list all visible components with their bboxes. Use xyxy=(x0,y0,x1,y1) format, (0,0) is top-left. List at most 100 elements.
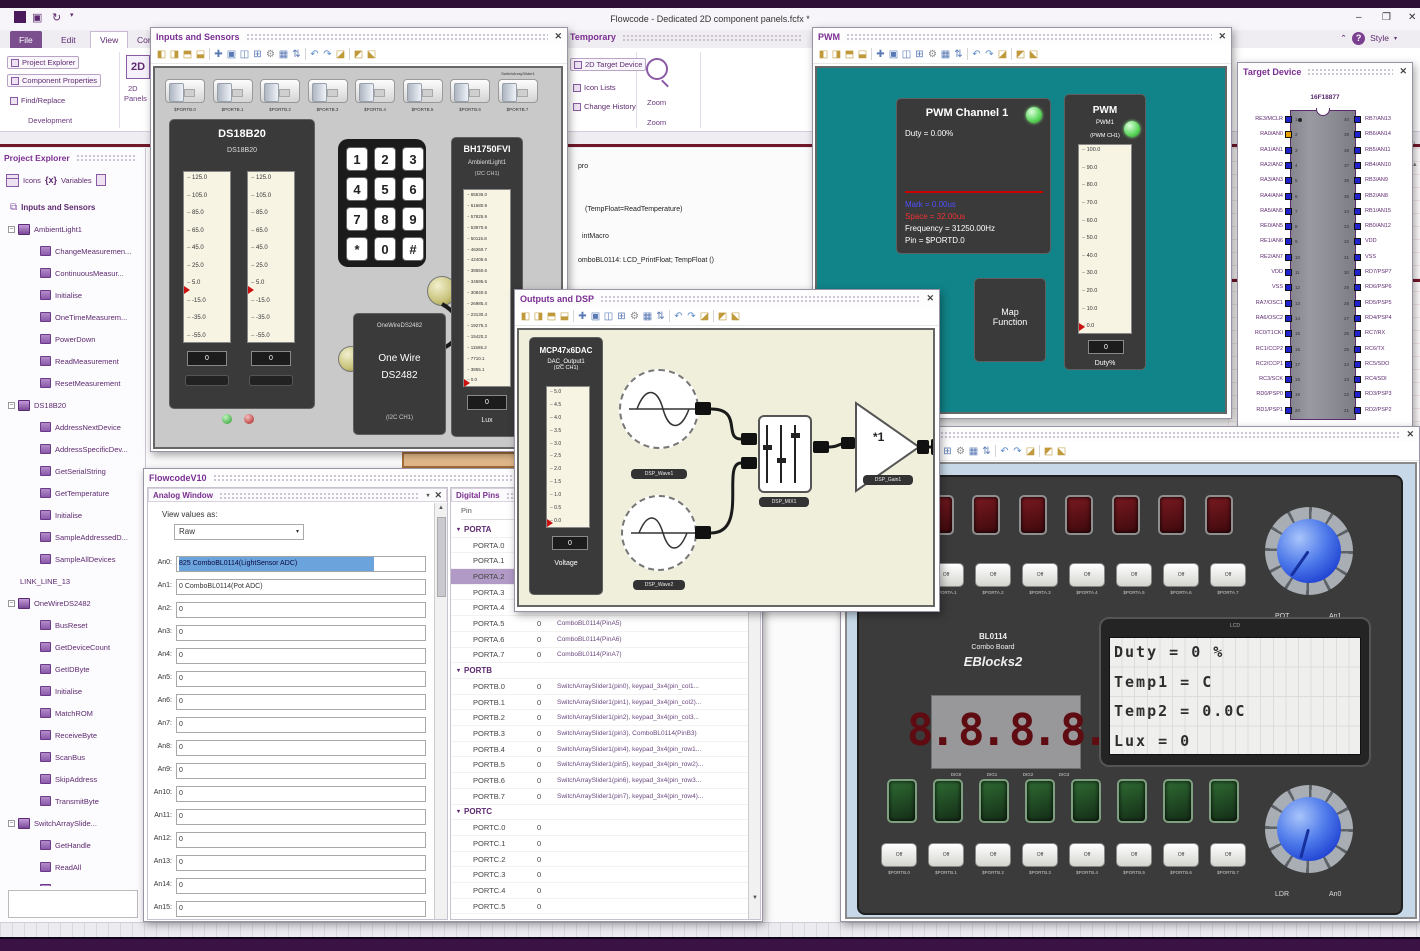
tree-item-skipaddress[interactable]: SkipAddress xyxy=(0,768,146,790)
rotate-left-icon[interactable]: ◩ xyxy=(1042,445,1055,458)
board-switch--porta-5[interactable]: Off xyxy=(1116,563,1152,587)
paste-icon[interactable]: ⬒ xyxy=(843,48,856,61)
pin-label-re1-an6[interactable]: RE1/AN6 xyxy=(1239,238,1283,246)
flip-icon[interactable]: ◪ xyxy=(996,48,1009,61)
scrollbar-thumb[interactable] xyxy=(437,517,446,597)
pin-label-rd3-psp3[interactable]: RD3/PSP3 xyxy=(1365,391,1392,399)
panel-icon[interactable]: ◫ xyxy=(238,48,251,61)
window-titlebar[interactable]: Inputs and Sensors ✕ xyxy=(151,28,567,45)
keypad-key-8[interactable]: 8 xyxy=(374,207,396,231)
analog-pane-header[interactable]: Analog Window ▾ ✕ xyxy=(148,488,447,502)
board-switch--porta-3[interactable]: Off xyxy=(1022,563,1058,587)
port-group-portb[interactable]: ▾ PORTB xyxy=(451,663,748,679)
board-switch--portb-2[interactable]: Off xyxy=(975,843,1011,867)
pin-label-rd2-psp2[interactable]: RD2/PSP2 xyxy=(1365,407,1392,415)
pin-label-rc2-ccp1[interactable]: RC2/CCP1 xyxy=(1239,361,1283,369)
pwm-scale[interactable]: 100.0 90.0 80.0 70.0 60.0 50.0 40.0 30.0 20.0 10.… xyxy=(1078,144,1132,334)
tree-item-resetmeasurement[interactable]: ResetMeasurement xyxy=(0,372,146,394)
board-switch--portb-5[interactable]: Off xyxy=(1116,843,1152,867)
tree-item-gethandle[interactable]: GetHandle xyxy=(0,834,146,856)
expander-icon[interactable]: ▾ xyxy=(457,808,460,815)
pin-label-vdd[interactable]: VDD xyxy=(1239,269,1283,277)
toggle-switch--portb-0[interactable] xyxy=(165,79,205,103)
pin-label-rc5-sdo[interactable]: RC5/SDO xyxy=(1365,361,1389,369)
paste-icon[interactable]: ⬒ xyxy=(181,48,194,61)
panel-icon[interactable]: ◫ xyxy=(900,48,913,61)
flip-icon[interactable]: ◪ xyxy=(334,48,347,61)
undo-icon[interactable]: ↶ xyxy=(672,310,685,323)
pin-label-ra0-an0[interactable]: RA0/AN0 xyxy=(1239,131,1283,139)
swap-icon[interactable]: ⇅ xyxy=(654,310,667,323)
analog-row-value-0[interactable]: 825 ComboBL0114(LightSensor ADC) xyxy=(176,556,426,572)
analog-scrollbar[interactable]: ▲ xyxy=(434,503,447,919)
window-titlebar[interactable]: Outputs and DSP ✕ xyxy=(515,290,939,307)
keypad-key-5[interactable]: 5 xyxy=(374,177,396,201)
pin-label-rb3-an9[interactable]: RB3/AN9 xyxy=(1365,177,1388,185)
analog-row-value-14[interactable]: 0 xyxy=(176,878,426,894)
pin-row-portb-3[interactable]: PORTB.3 0 SwitchArraySlider1(pin3), ComboB… xyxy=(451,726,748,742)
tree-item-samplealldevices[interactable]: SampleAllDevices xyxy=(0,548,146,570)
grid-icon[interactable]: ⊞ xyxy=(941,445,954,458)
toggle-switch--portb-2[interactable] xyxy=(260,79,300,103)
pin-row-portc-4[interactable]: PORTC.4 0 xyxy=(451,883,748,899)
pin-row-porta-6[interactable]: PORTA.6 0 ComboBL0114(PinA6) xyxy=(451,632,748,648)
variables-icon[interactable]: {x} xyxy=(45,175,57,185)
zoom-icon[interactable] xyxy=(646,58,668,80)
restore-button[interactable]: ❐ xyxy=(1382,12,1391,23)
swap-icon[interactable]: ⇅ xyxy=(980,445,993,458)
scroll-right-icon[interactable]: › xyxy=(1413,140,1415,147)
pin-row-portc-5[interactable]: PORTC.5 0 xyxy=(451,899,748,915)
analog-row-value-3[interactable]: 0 xyxy=(176,625,426,641)
keypad-key-star[interactable]: * xyxy=(346,237,368,261)
pin-label-rd1-psp1[interactable]: RD1/PSP1 xyxy=(1239,407,1283,415)
anchor-icon[interactable]: ▣ xyxy=(225,48,238,61)
copy-icon[interactable]: ◧ xyxy=(519,310,532,323)
analog-row-value-1[interactable]: 0 ComboBL0114(Pot ADC) xyxy=(176,579,426,595)
pin-label-rd0-psp0[interactable]: RD0/PSP0 xyxy=(1239,391,1283,399)
grid-icon[interactable]: ⊞ xyxy=(913,48,926,61)
board-switch--porta-7[interactable]: Off xyxy=(1210,563,1246,587)
pin-label-rc0-t1cki[interactable]: RC0/T1CKI xyxy=(1239,330,1283,338)
tree-item-initialise[interactable]: Initialise xyxy=(0,504,146,526)
close-icon[interactable]: ✕ xyxy=(1406,429,1414,440)
pin-row-portc-2[interactable]: PORTC.2 0 xyxy=(451,852,748,868)
pin-label-rd5-psp5[interactable]: RD5/PSP5 xyxy=(1365,300,1392,308)
grid-icon[interactable]: ⊞ xyxy=(251,48,264,61)
tree-item-matchrom[interactable]: MatchROM xyxy=(0,702,146,724)
tab-edit[interactable]: Edit xyxy=(52,31,85,48)
pin-label-rd7-psp7[interactable]: RD7/PSP7 xyxy=(1365,269,1392,277)
redo-icon[interactable]: ↷ xyxy=(1011,445,1024,458)
toggle-switch--portb-3[interactable] xyxy=(307,79,348,103)
table-icon[interactable]: ▦ xyxy=(939,48,952,61)
expander-icon[interactable]: – xyxy=(8,225,15,233)
pin-row-portb-0[interactable]: PORTB.0 0 SwitchArraySlider1(pin0), keypad… xyxy=(451,679,748,695)
view-values-dropdown[interactable]: Raw ▾ xyxy=(174,524,304,540)
sidebar-tab-variables[interactable]: Variables xyxy=(61,176,92,185)
analog-row-value-5[interactable]: 0 xyxy=(176,671,426,687)
pin-label-rb2-an8[interactable]: RB2/AN8 xyxy=(1365,193,1388,201)
redo-icon[interactable]: ↷ xyxy=(685,310,698,323)
copy-icon[interactable]: ◧ xyxy=(155,48,168,61)
keypad-key-hash[interactable]: # xyxy=(402,237,424,261)
analog-row-value-13[interactable]: 0 xyxy=(176,855,426,871)
expander-icon[interactable]: – xyxy=(8,819,15,827)
pin-label-vss[interactable]: VSS xyxy=(1239,284,1283,292)
pin-row-portb-7[interactable]: PORTB.7 0 SwitchArraySlider1(pin7), keypad… xyxy=(451,789,748,805)
keypad-key-1[interactable]: 1 xyxy=(346,147,368,171)
toggle-switch--portb-7[interactable] xyxy=(497,79,538,103)
pwm-channel-panel[interactable]: PWM Channel 1 Duty = 0.00% Mark = 0.00us… xyxy=(896,98,1051,254)
ribbon-item--d-target-device[interactable]: 2D Target Device xyxy=(570,58,647,71)
tree-item-gettemperature[interactable]: GetTemperature xyxy=(0,482,146,504)
tree-item-readstate[interactable]: ReadState xyxy=(0,878,146,886)
ribbon-item-find-replace[interactable]: Find/Replace xyxy=(7,95,68,106)
paste-alt-icon[interactable]: ⬓ xyxy=(558,310,571,323)
board-switch--porta-4[interactable]: Off xyxy=(1069,563,1105,587)
pin-label-ra4-an4[interactable]: RA4/AN4 xyxy=(1239,193,1283,201)
toggle-switch--portb-4[interactable] xyxy=(355,79,395,103)
tree-item-sampleaddressedd-[interactable]: SampleAddressedD... xyxy=(0,526,146,548)
toggle-switch--portb-6[interactable] xyxy=(450,79,490,103)
tree-item-powerdown[interactable]: PowerDown xyxy=(0,328,146,350)
tree-item-onewireds2482[interactable]: – OneWireDS2482 xyxy=(0,592,146,614)
bh1750-scale[interactable]: 65536.0 61680.9 57825.9 53970.8 50115.8 46260… xyxy=(463,189,511,388)
zoom-button-label[interactable]: Zoom xyxy=(647,98,666,107)
